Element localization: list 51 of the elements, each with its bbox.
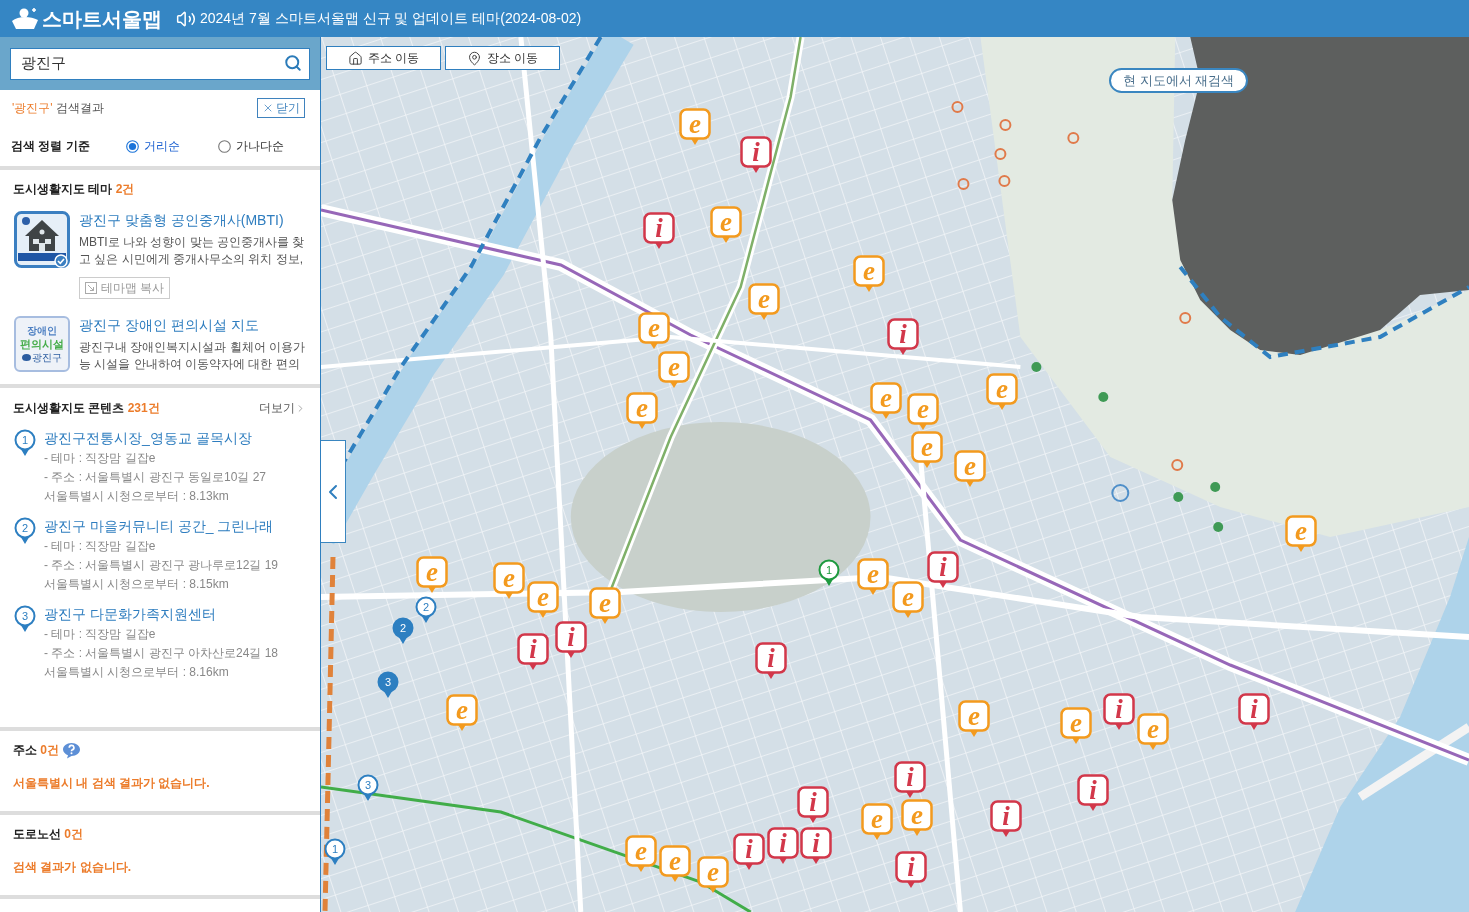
notice-text[interactable]: 2024년 7월 스마트서울맵 신규 및 업데이트 테마(2024-08-02) (200, 8, 582, 29)
logo-text[interactable]: 스마트서울맵 (42, 8, 162, 29)
map-move-button[interactable]: 주소 이동 (326, 46, 441, 70)
section-title: 주소 0건 (13, 742, 60, 758)
theme-title[interactable]: 광진구 장애인 편의시설 지도 (79, 316, 307, 334)
theme-description: MBTI로 나와 성향이 맞는 공인중개사를 찾고 싶은 시민에게 중개사무소의 위치 정보, (79, 234, 306, 268)
content-detail: - 테마 : 직장맘 길잡e (44, 450, 157, 467)
sort-label: 검색 정렬 기준 (11, 138, 91, 155)
search-button[interactable] (282, 52, 304, 74)
collapse-tab[interactable] (321, 440, 346, 543)
content-detail: - 테마 : 직장맘 길잡e (44, 626, 157, 643)
emblem-icon (22, 354, 31, 361)
content-detail: 서울특별시 시청으로부터 : 8.16km (44, 664, 230, 681)
copy-theme-button[interactable]: 테마맵 복사 (79, 277, 171, 299)
thumbnail-label: 편의시설 (20, 337, 64, 351)
content-title[interactable]: 광진구전통시장_영동교 골목시장 (44, 429, 267, 447)
logo-icon[interactable] (10, 6, 40, 31)
help-bubble-icon[interactable] (62, 741, 82, 759)
more-link[interactable]: 더보기 (259, 399, 306, 417)
content-title[interactable]: 광진구 마을커뮤니티 공간_ 그린나래 (44, 517, 279, 535)
house-thumbnail-icon (14, 211, 70, 268)
close-icon (262, 102, 274, 114)
theme-description: 광진구내 장애인복지시설과 휠체어 이용가능 시설을 안내하여 이동약자에 대한 편의 (79, 339, 306, 373)
map-move-button[interactable]: 장소 이동 (445, 46, 560, 70)
content-title[interactable]: 광진구 다문화가족지원센터 (44, 605, 279, 623)
content-detail: - 주소 : 서울특별시 광진구 동일로10길 27 (44, 469, 267, 486)
empty-message: 서울특별시 내 검색 결과가 없습니다. (13, 775, 211, 792)
section-title: 도로노선 0건 (13, 826, 84, 842)
map-pin-icon (466, 50, 482, 66)
sort-option[interactable]: 거리순 (126, 137, 218, 155)
theme-title[interactable]: 광진구 맞춤형 공인중개사(MBTI) (79, 211, 307, 229)
thumbnail-label: 광진구 (32, 352, 62, 363)
radio-icon[interactable] (126, 139, 139, 153)
search-field[interactable]: 광진구 (10, 47, 310, 80)
result-title: '광진구' 검색결과 (12, 100, 104, 117)
content-detail: 서울특별시 시청으로부터 : 8.13km (44, 488, 230, 505)
sort-option[interactable]: 가나다순 (218, 137, 284, 155)
empty-message: 검색 결과가 없습니다. (13, 859, 132, 876)
close-button[interactable]: 닫기 (257, 98, 305, 118)
search-icon (284, 54, 302, 72)
thumbnail-label: 장애인 (27, 325, 57, 337)
section-title: 도시생활지도 테마 2건 (13, 181, 135, 197)
section-title: 도시생활지도 콘텐츠 231건 (13, 400, 160, 416)
content-detail: 서울특별시 시청으로부터 : 8.15km (44, 576, 230, 593)
square-arrow-icon (85, 282, 97, 294)
research-button[interactable]: 현 지도에서 재검색 (1109, 68, 1249, 93)
content-detail: - 주소 : 서울특별시 광진구 아차산로24길 18 (44, 645, 279, 662)
content-detail: - 주소 : 서울특별시 광진구 광나루로12길 19 (44, 557, 279, 574)
content-detail: - 테마 : 직장맘 길잡e (44, 538, 157, 555)
house-icon (347, 50, 363, 66)
radio-icon[interactable] (218, 139, 231, 153)
